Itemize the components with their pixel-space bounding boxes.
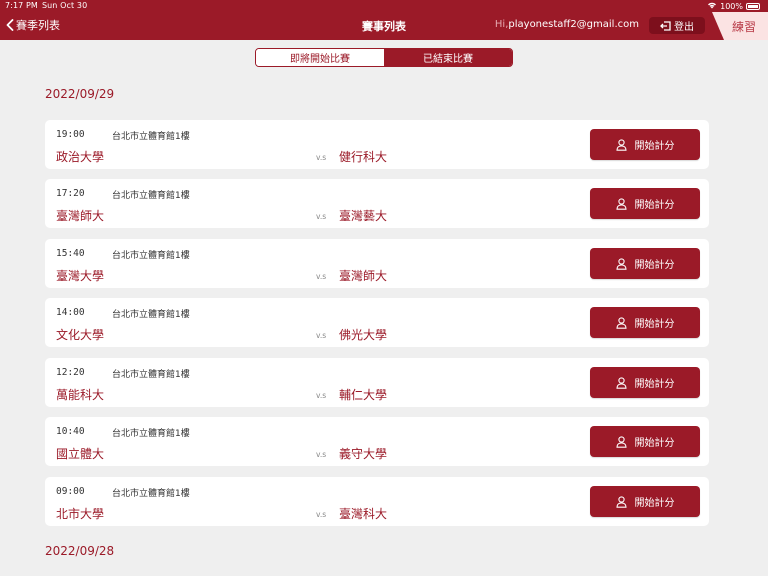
away-team: 佛光大學: [339, 328, 388, 342]
match-card: 10:40 台北市立體育館1樓 國立體大 v.s 義守大學 開始計分: [45, 417, 709, 466]
wifi-icon: [707, 1, 717, 11]
match-time: 15:40: [56, 248, 85, 259]
logout-button[interactable]: 登出: [649, 17, 705, 34]
away-team: 輔仁大學: [339, 388, 388, 402]
match-card: 19:00 台北市立體育館1樓 政治大學 v.s 健行科大 開始計分: [45, 120, 709, 169]
start-scoring-button[interactable]: 開始計分: [590, 188, 700, 219]
back-button[interactable]: 賽季列表: [6, 17, 60, 33]
start-scoring-button[interactable]: 開始計分: [590, 367, 700, 398]
start-scoring-label: 開始計分: [634, 200, 675, 211]
user-icon: [615, 197, 627, 210]
match-time: 10:40: [56, 426, 85, 437]
back-label: 賽季列表: [16, 19, 60, 32]
practice-label: 練習: [731, 19, 756, 34]
versus-label: v.s: [316, 391, 327, 400]
versus-label: v.s: [316, 510, 327, 519]
match-time: 17:20: [56, 188, 85, 199]
match-card: 09:00 台北市立體育館1樓 北市大學 v.s 臺灣科大 開始計分: [45, 477, 709, 526]
match-venue: 台北市立體育館1樓: [112, 251, 190, 261]
greeting-prefix: Hi,: [494, 19, 509, 30]
start-scoring-button[interactable]: 開始計分: [590, 486, 700, 517]
away-team: 健行科大: [339, 150, 388, 164]
date-text: Sun Oct 30: [41, 1, 88, 10]
away-team: 義守大學: [339, 447, 388, 461]
versus-label: v.s: [316, 272, 327, 281]
match-venue: 台北市立體育館1樓: [112, 310, 190, 320]
home-team: 北市大學: [56, 507, 105, 521]
start-scoring-label: 開始計分: [634, 260, 675, 271]
match-time: 12:20: [56, 367, 85, 378]
match-time: 14:00: [56, 307, 85, 318]
start-scoring-label: 開始計分: [634, 141, 675, 152]
start-scoring-label: 開始計分: [634, 498, 675, 509]
practice-button[interactable]: 練習: [712, 12, 768, 40]
match-status-tabs: 即將開始比賽 已結束比賽: [255, 48, 513, 67]
versus-label: v.s: [316, 153, 327, 162]
home-team: 國立體大: [56, 447, 105, 461]
away-team: 臺灣科大: [339, 507, 388, 521]
home-team: 萬能科大: [56, 388, 105, 402]
start-scoring-label: 開始計分: [634, 438, 675, 449]
user-email: playonestaff2@gmail.com: [508, 19, 639, 30]
home-team: 文化大學: [56, 328, 105, 342]
match-venue: 台北市立體育館1樓: [112, 370, 190, 380]
start-scoring-button[interactable]: 開始計分: [590, 129, 700, 160]
user-icon: [615, 376, 627, 389]
home-team: 臺灣師大: [56, 209, 105, 223]
tab-finished[interactable]: 已結束比賽: [384, 49, 512, 66]
home-team: 政治大學: [56, 150, 105, 164]
start-scoring-label: 開始計分: [634, 319, 675, 330]
match-venue: 台北市立體育館1樓: [112, 191, 190, 201]
match-venue: 台北市立體育館1樓: [112, 489, 190, 499]
versus-label: v.s: [316, 212, 327, 221]
match-card: 17:20 台北市立體育館1樓 臺灣師大 v.s 臺灣藝大 開始計分: [45, 179, 709, 228]
user-icon: [615, 138, 627, 151]
versus-label: v.s: [316, 331, 327, 340]
user-greeting: Hi,playonestaff2@gmail.com: [495, 19, 639, 30]
tab-upcoming[interactable]: 即將開始比賽: [256, 49, 384, 66]
match-venue: 台北市立體育館1樓: [112, 132, 190, 142]
logout-icon: [660, 20, 671, 31]
user-icon: [615, 257, 627, 270]
match-time: 19:00: [56, 129, 85, 140]
top-navigation-bar: 7:17 PM Sun Oct 30 100% 賽季列表 賽事列表 Hi,play…: [0, 0, 768, 40]
match-card: 15:40 台北市立體育館1樓 臺灣大學 v.s 臺灣師大 開始計分: [45, 239, 709, 288]
status-indicators: 100%: [707, 1, 760, 11]
start-scoring-button[interactable]: 開始計分: [590, 426, 700, 457]
user-icon: [615, 435, 627, 448]
match-card: 12:20 台北市立體育館1樓 萬能科大 v.s 輔仁大學 開始計分: [45, 358, 709, 407]
start-scoring-label: 開始計分: [634, 379, 675, 390]
date-heading: 2022/09/29: [45, 87, 115, 101]
away-team: 臺灣藝大: [339, 209, 388, 223]
match-time: 09:00: [56, 486, 85, 497]
start-scoring-button[interactable]: 開始計分: [590, 248, 700, 279]
battery-icon: [746, 2, 760, 10]
chevron-left-icon: [6, 19, 14, 31]
date-heading: 2022/09/28: [45, 544, 115, 558]
clock-text: 7:17 PM: [5, 1, 38, 10]
user-icon: [615, 495, 627, 508]
user-icon: [615, 316, 627, 329]
match-card: 14:00 台北市立體育館1樓 文化大學 v.s 佛光大學 開始計分: [45, 298, 709, 347]
away-team: 臺灣師大: [339, 269, 388, 283]
home-team: 臺灣大學: [56, 269, 105, 283]
match-venue: 台北市立體育館1樓: [112, 429, 190, 439]
battery-text: 100%: [720, 1, 743, 11]
versus-label: v.s: [316, 450, 327, 459]
start-scoring-button[interactable]: 開始計分: [590, 307, 700, 338]
logout-label: 登出: [674, 22, 694, 33]
status-time: 7:17 PM Sun Oct 30: [5, 1, 87, 10]
